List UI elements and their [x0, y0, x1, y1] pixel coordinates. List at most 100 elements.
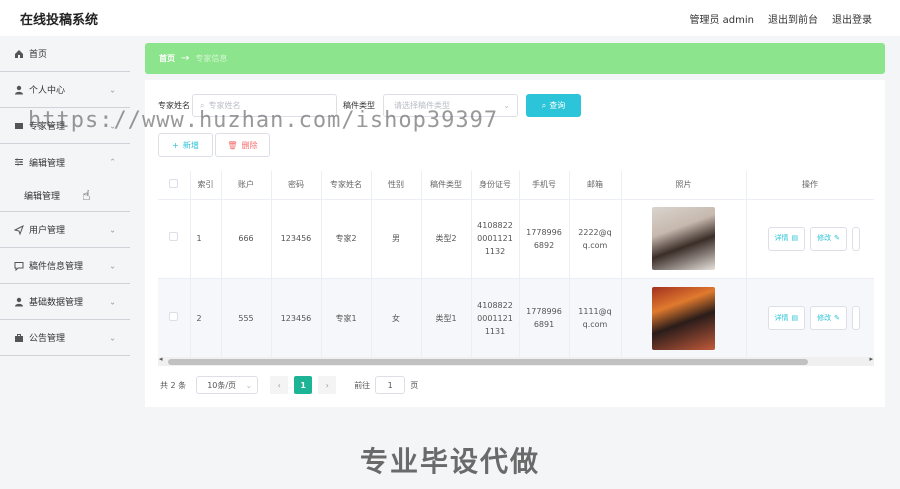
search-button[interactable]: ⌕ 查询 [526, 94, 581, 117]
total-count: 共 2 条 [160, 380, 187, 390]
cell-photo [621, 278, 747, 359]
breadcrumb-home[interactable]: 首页 [159, 53, 175, 64]
sidebar-item-home[interactable]: 首页 [0, 36, 130, 72]
table-row: 1 666 123456 专家2 男 类型2 4108822 0001121 1… [158, 199, 874, 279]
sidebar-item-label: 基础数据管理 [29, 298, 84, 308]
edit-button-label: 修改 [817, 234, 832, 242]
plus-icon: + [172, 140, 179, 150]
send-icon [14, 224, 24, 235]
detail-button[interactable]: 详情 ▤ [767, 226, 806, 251]
table-header-row: 索引 账户 密码 专家姓名 性别 稿件类型 身份证号 手机号 邮箱 照片 操作 [158, 171, 874, 200]
chevron-up-icon: ⌃ [109, 157, 116, 167]
col-header: 照片 [621, 171, 747, 200]
data-table: 索引 账户 密码 专家姓名 性别 稿件类型 身份证号 手机号 邮箱 照片 操作 … [158, 171, 874, 367]
delete-row-button[interactable] [852, 306, 860, 330]
delete-button-label: 删除 [241, 140, 258, 150]
goto-page-input[interactable]: 1 [375, 376, 406, 394]
row-checkbox[interactable] [158, 278, 191, 359]
detail-button-label: 详情 [774, 313, 789, 322]
cell-phone: 1778996 6892 [519, 199, 570, 279]
sidebar-item-label: 公告管理 [29, 334, 66, 344]
sidebar-item-editors[interactable]: 编辑管理 ⌃ [0, 144, 130, 180]
sidebar-item-manuscripts[interactable]: 稿件信息管理 ⌄ [0, 248, 130, 284]
briefcase-icon [14, 333, 24, 343]
col-header: 专家姓名 [321, 171, 372, 200]
goto-label: 前往 [354, 380, 371, 390]
sidebar-item-notices[interactable]: 公告管理 ⌄ [0, 320, 130, 356]
chevron-down-icon: ⌄ [109, 225, 116, 234]
delete-button[interactable]: 🗑 删除 [215, 133, 270, 157]
search-button-label: 查询 [549, 101, 566, 110]
hand-cursor-icon: ☝ [82, 188, 91, 204]
top-nav: 管理员 admin 退出到前台 退出登录 [689, 11, 872, 26]
action-row: + 新增 🗑 删除 [158, 133, 270, 157]
next-page-button[interactable]: › [318, 376, 337, 394]
edit-button[interactable]: 修改 ✎ [810, 306, 847, 330]
sidebar-item-basedata[interactable]: 基础数据管理 ⌄ [0, 284, 130, 320]
cell-name: 专家2 [321, 199, 372, 279]
sidebar-subitem-editors[interactable]: 编辑管理 [0, 180, 130, 212]
row-checkbox[interactable] [158, 199, 191, 279]
delete-row-button[interactable] [852, 226, 860, 251]
chevron-down-icon: ⌄ [245, 380, 253, 390]
cell-password: 123456 [271, 278, 322, 359]
cell-idcard: 4108822 0001121 1131 [471, 278, 520, 359]
sidebar-item-label: 用户管理 [29, 226, 66, 236]
cell-email: 1111@q q.com [569, 278, 622, 359]
cell-actions: 详情 ▤ 修改 ✎ [746, 199, 874, 279]
col-header: 密码 [271, 171, 322, 200]
col-header: 稿件类型 [421, 171, 472, 200]
app-title: 在线投稿系统 [20, 12, 99, 28]
col-header: 账户 [221, 171, 272, 200]
cell-index: 2 [190, 278, 222, 359]
sidebar-item-profile[interactable]: 个人中心 ⌄ [0, 72, 130, 108]
pencil-icon: ✎ [834, 313, 840, 322]
cell-photo [621, 199, 747, 279]
logout-link[interactable]: 退出登录 [832, 11, 872, 26]
page-size-value: 10条/页 [207, 380, 237, 390]
document-icon: ▤ [791, 313, 799, 322]
sidebar-item-users[interactable]: 用户管理 ⌄ [0, 212, 130, 248]
cell-gender: 女 [371, 278, 422, 359]
prev-page-button[interactable]: ‹ [270, 376, 289, 394]
chevron-left-icon: ‹ [277, 380, 281, 390]
col-header: 手机号 [519, 171, 570, 200]
chevron-down-icon: ⌄ [109, 333, 116, 342]
detail-button[interactable]: 详情 ▤ [767, 306, 806, 330]
edit-button[interactable]: 修改 ✎ [810, 226, 847, 251]
detail-button-label: 详情 [774, 234, 789, 242]
sidebar-item-label: 编辑管理 [29, 158, 66, 169]
front-link[interactable]: 退出到前台 [768, 11, 818, 26]
search-icon: ⌕ [541, 100, 547, 110]
edit-button-label: 修改 [817, 313, 832, 322]
cell-actions: 详情 ▤ 修改 ✎ [746, 278, 874, 359]
cell-type: 类型2 [421, 199, 472, 279]
add-button[interactable]: + 新增 [158, 133, 213, 157]
cell-phone: 1778996 6891 [519, 278, 570, 359]
pagination: 共 2 条 10条/页 ⌄ ‹ 1 › 前往 1 页 [160, 376, 418, 394]
pencil-icon: ✎ [834, 234, 840, 242]
table-row: 2 555 123456 专家1 女 类型1 4108822 0001121 1… [158, 278, 874, 359]
footer-banner: 专业毕设代做 [359, 445, 540, 478]
select-all-checkbox[interactable] [158, 171, 191, 200]
cell-account: 555 [221, 278, 272, 359]
page-unit-label: 页 [410, 380, 419, 390]
chevron-down-icon: ⌄ [109, 85, 116, 94]
cell-password: 123456 [271, 199, 322, 279]
chevron-down-icon: ⌄ [109, 297, 116, 306]
arrow-right-icon: → [181, 53, 190, 64]
page-1-button[interactable]: 1 [294, 376, 313, 394]
chevron-down-icon: ⌄ [109, 261, 116, 270]
sidebar-subitem-label: 编辑管理 [24, 192, 61, 202]
page-size-select[interactable]: 10条/页 ⌄ [196, 376, 259, 394]
col-header: 邮箱 [569, 171, 622, 200]
document-icon: ▤ [791, 234, 799, 242]
chat-icon [14, 261, 24, 271]
scroll-right-icon[interactable]: ▸ [869, 355, 873, 363]
home-icon [14, 49, 24, 59]
breadcrumb: 首页 → 专家信息 [145, 43, 885, 74]
sidebar-item-label: 个人中心 [29, 86, 66, 96]
scroll-left-icon[interactable]: ◂ [159, 355, 163, 363]
horizontal-scrollbar[interactable]: ◂ ▸ [158, 355, 874, 366]
scroll-thumb[interactable] [168, 359, 808, 365]
